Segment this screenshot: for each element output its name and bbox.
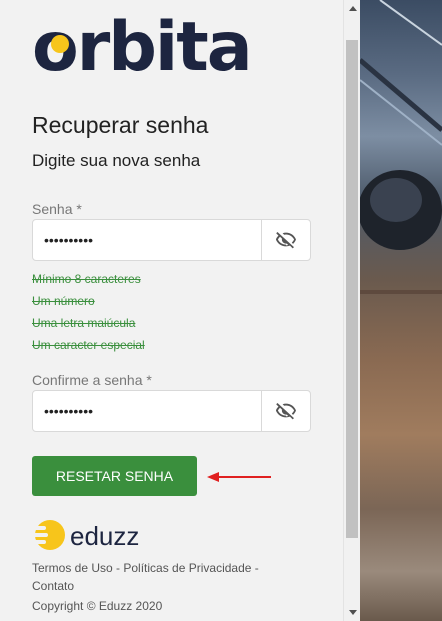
toggle-confirm-password-button[interactable] (261, 391, 310, 431)
rule-min-length: Mínimo 8 caracteres (32, 272, 141, 286)
reset-password-button[interactable]: RESETAR SENHA (32, 456, 197, 496)
page-title: Recuperar senha (32, 112, 209, 138)
rule-number: Um número (32, 294, 95, 308)
confirm-password-label: Confirme a senha * (32, 372, 152, 388)
scroll-down-arrow-icon[interactable] (344, 604, 361, 621)
password-field (32, 219, 311, 261)
rule-uppercase: Uma letra maiúcula (32, 316, 136, 330)
rule-special-char: Um caracter especial (32, 338, 145, 352)
confirm-password-input[interactable] (33, 391, 261, 431)
red-arrow-icon (207, 472, 271, 482)
photo-detail (360, 0, 442, 294)
login-panel: orbita Recuperar senha Digite sua nova s… (0, 0, 343, 621)
contact-link[interactable]: Contato (32, 579, 74, 593)
password-input[interactable] (33, 220, 261, 260)
privacy-link[interactable]: Políticas de Privacidade (123, 561, 251, 575)
eduzz-text: eduzz (70, 521, 140, 551)
orbita-logo: orbita (32, 8, 257, 87)
scrollbar[interactable] (343, 0, 360, 621)
copyright-text: Copyright © Eduzz 2020 (32, 599, 163, 613)
password-label: Senha * (32, 201, 82, 217)
eye-off-icon (275, 232, 296, 249)
page-subtitle: Digite sua nova senha (32, 151, 201, 170)
scroll-up-arrow-icon[interactable] (344, 0, 361, 17)
logo-dot (51, 35, 69, 53)
eye-off-icon (275, 403, 296, 420)
eduzz-logo: eduzz (32, 519, 152, 553)
scrollbar-thumb[interactable] (346, 40, 358, 538)
terms-link[interactable]: Termos de Uso (32, 561, 113, 575)
toggle-password-button[interactable] (261, 220, 310, 260)
eduzz-mark-icon (32, 520, 65, 550)
confirm-password-field (32, 390, 311, 432)
background-photo (360, 0, 442, 621)
footer-links: Termos de Uso - Políticas de Privacidade… (32, 561, 259, 593)
